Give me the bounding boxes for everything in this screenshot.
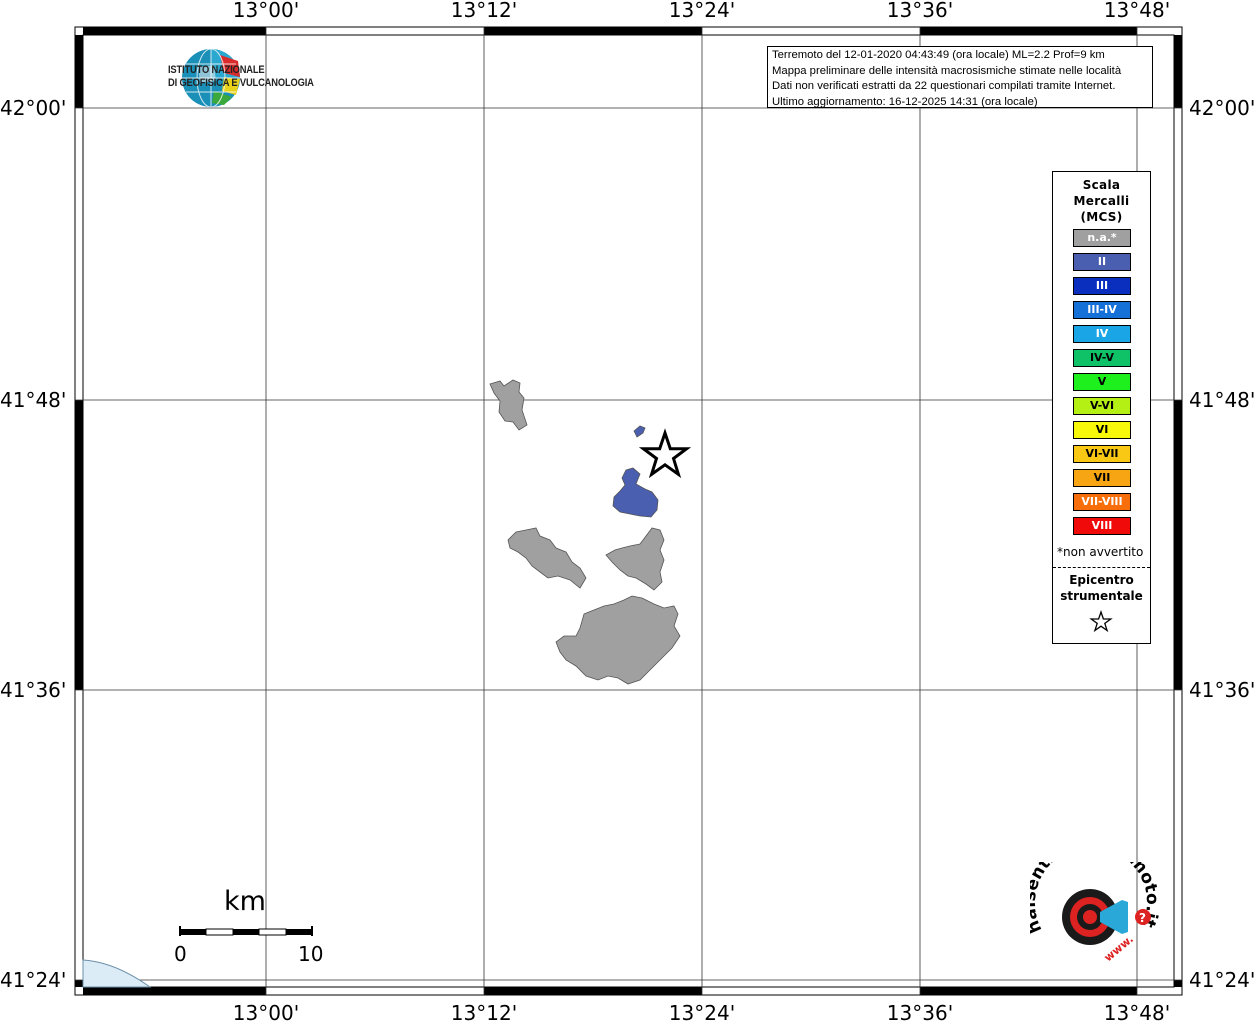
scalebar-start: 0 [174,942,187,966]
legend-item-9: VI-VII [1073,445,1131,463]
frame-bottom [83,987,1137,995]
lat-label-left-4: 41°24' [0,968,67,992]
legend-epicenter-line-1: Epicentro [1069,573,1134,587]
legend-item-7: V-VI [1073,397,1131,415]
logo-line-2: DI GEOFISICA E VULCANOLOGIA [168,77,314,89]
info-line-4: Ultimo aggiornamento: 16-12-2025 14:31 (… [772,95,1038,108]
legend-item-1: II [1073,253,1131,271]
lon-label-bottom-5: 13°48' [1103,1001,1171,1025]
info-line-1: Terremoto del 12-01-2020 04:43:49 (ora l… [772,49,1105,61]
lon-label-top-5: 13°48' [1103,0,1171,22]
legend-title-line-2: Mercalli [1073,194,1130,208]
lat-label-right-1: 42°00' [1189,96,1254,120]
legend-title-line-3: (MCS) [1080,210,1123,224]
legend-item-4: IV [1073,325,1131,343]
lon-label-top-1: 13°00' [232,0,300,22]
event-info-box: Terremoto del 12-01-2020 04:43:49 (ora l… [767,46,1153,108]
scalebar-unit: km [224,886,266,917]
legend-title-line-1: Scala [1082,178,1121,192]
svg-text:?: ? [1139,911,1146,925]
haisentito-logo-icon[interactable]: haisentitoilterremoto.it ? www. [1030,862,1160,977]
lat-label-right-2: 41°48' [1189,388,1254,412]
mcs-legend: Scala Mercalli (MCS) n.a.* II III III-IV IV I… [1052,171,1151,644]
legend-item-6: V [1073,373,1131,391]
lat-label-left-2: 41°48' [0,388,67,412]
lat-label-left-3: 41°36' [0,678,67,702]
legend-epicenter-line-2: strumentale [1060,589,1143,603]
lon-label-bottom-2: 13°12' [450,1001,518,1025]
scalebar-end: 10 [298,942,324,966]
legend-epicenter-label: Epicentro strumentale [1053,572,1150,604]
legend-item-11: VII-VIII [1073,493,1131,511]
info-line-2: Mappa preliminare delle intensità macros… [772,64,1122,77]
lat-label-right-3: 41°36' [1189,678,1254,702]
lon-label-bottom-3: 13°24' [668,1001,736,1025]
lon-label-top-4: 13°36' [886,0,954,22]
legend-item-10: VII [1073,469,1131,487]
legend-item-3: III-IV [1073,301,1131,319]
legend-item-12: VIII [1073,517,1131,535]
legend-item-0: n.a.* [1073,229,1131,247]
lon-label-top-2: 13°12' [450,0,518,22]
lon-label-bottom-4: 13°36' [886,1001,954,1025]
legend-title: Scala Mercalli (MCS) [1053,177,1150,225]
frame-top [83,27,1137,35]
logo-line-1: ISTITUTO NAZIONALE [168,64,265,76]
lat-label-right-4: 41°24' [1189,968,1254,992]
legend-item-2: III [1073,277,1131,295]
info-line-3: Dati non verificati estratti da 22 quest… [772,80,1116,92]
lon-label-bottom-1: 13°00' [232,1001,300,1025]
ingv-logo-text: ISTITUTO NAZIONALE DI GEOFISICA E VULCAN… [168,64,314,90]
legend-note: *non avvertito [1057,545,1144,559]
lon-label-top-3: 13°24' [668,0,736,22]
legend-star-icon [1089,610,1113,633]
legend-item-8: VI [1073,421,1131,439]
lat-label-left-1: 42°00' [0,96,67,120]
legend-item-5: IV-V [1073,349,1131,367]
legend-separator [1053,567,1150,568]
